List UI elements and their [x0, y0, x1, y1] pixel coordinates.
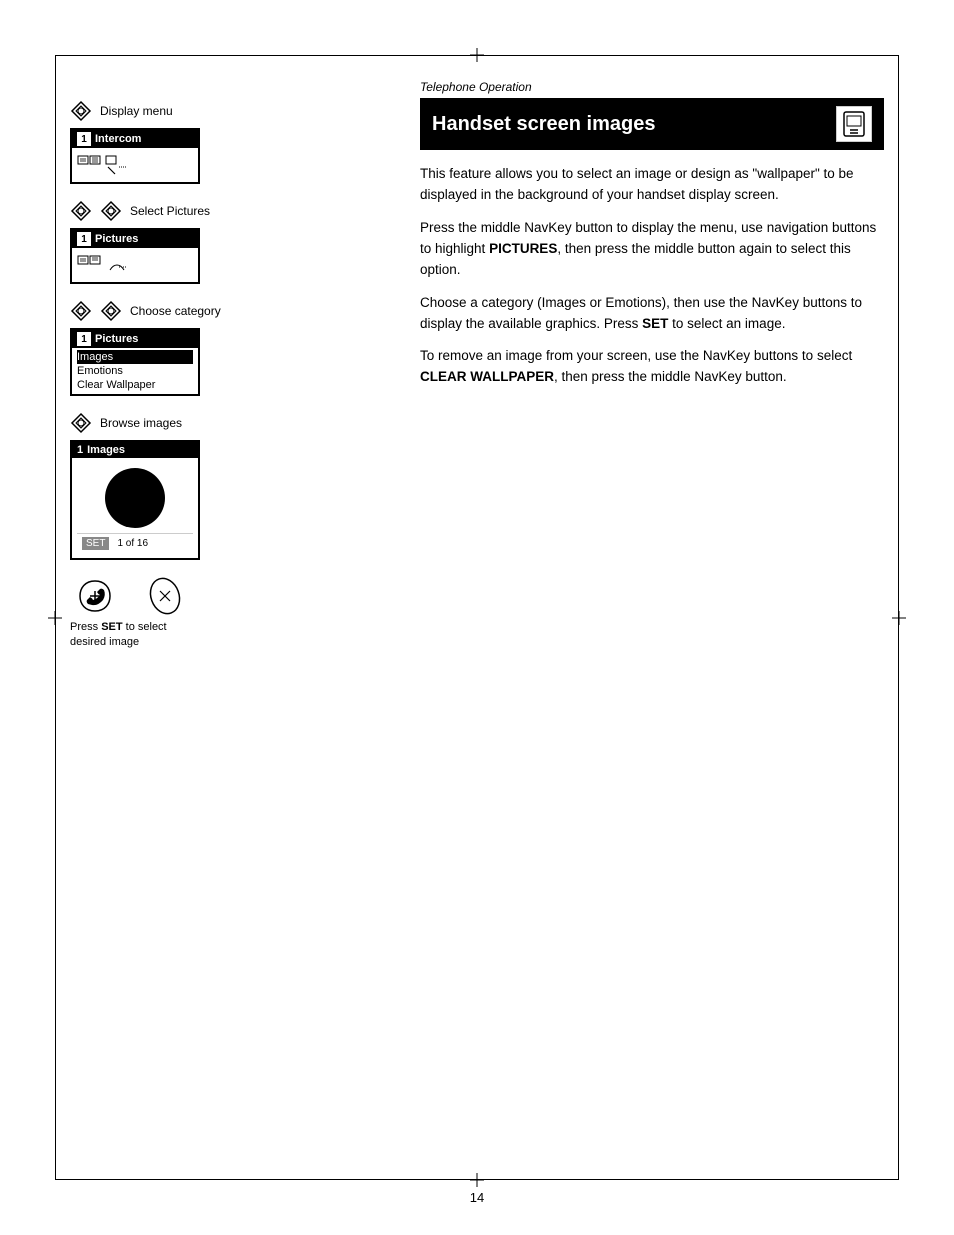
- screen-header-1: 1 Intercom: [72, 130, 198, 148]
- diagram-browse-images: Browse images 1 Images SET 1 of 16: [70, 412, 390, 560]
- icon-addr2: [77, 255, 101, 275]
- icon-addr: [77, 155, 101, 175]
- nav-row-4: Browse images: [70, 412, 390, 434]
- handset-icon: [840, 110, 868, 138]
- navkey-icon-3a: [70, 300, 92, 322]
- left-column: Display menu 1 Intercom: [70, 80, 390, 1165]
- phone-screen-4: 1 Images SET 1 of 16: [70, 440, 200, 560]
- phone-screen-3: 1 Pictures Images Emotions Clear Wallpap…: [70, 328, 200, 396]
- paragraph-3: Choose a category (Images or Emotions), …: [420, 293, 884, 335]
- screen-body-3: Images Emotions Clear Wallpaper: [72, 348, 198, 394]
- back-button-icon: [75, 576, 115, 616]
- nav-label-4: Browse images: [100, 416, 182, 430]
- icon-phone2: [105, 255, 129, 275]
- nav-row-3: Choose category: [70, 300, 390, 322]
- num-badge-4: 1: [77, 444, 83, 456]
- paragraph-2: Press the middle NavKey button to displa…: [420, 218, 884, 281]
- nav-row-1: Display menu: [70, 100, 390, 122]
- menu-item-emotions: Emotions: [77, 364, 193, 378]
- title-icon: [836, 106, 872, 142]
- screen-header-4: 1 Images: [72, 442, 198, 458]
- menu-item-images: Images: [77, 350, 193, 364]
- num-badge-1: 1: [77, 132, 91, 146]
- crosshair-bottom: [470, 1173, 484, 1187]
- paragraph-1: This feature allows you to select an ima…: [420, 164, 884, 206]
- menu-item-clear-wallpaper: Clear Wallpaper: [77, 378, 193, 392]
- screen-header-3: 1 Pictures: [72, 330, 198, 348]
- navkey-icon-4: [70, 412, 92, 434]
- diagram-display-menu: Display menu 1 Intercom: [70, 100, 390, 184]
- image-footer: SET 1 of 16: [77, 533, 193, 553]
- right-column: Telephone Operation Handset screen image…: [390, 80, 884, 1165]
- screen-body-1: [72, 148, 198, 182]
- page-number: 14: [470, 1190, 484, 1205]
- icon-phone: [105, 155, 129, 175]
- nav-label-2: Select Pictures: [130, 204, 210, 218]
- paragraph-4: To remove an image from your screen, use…: [420, 346, 884, 388]
- navkey-icon-3b: [100, 300, 122, 322]
- diagram-select-pictures: Select Pictures 1 Pictures: [70, 200, 390, 284]
- screen-header-2: 1 Pictures: [72, 230, 198, 248]
- content-area: Display menu 1 Intercom: [70, 80, 884, 1165]
- image-preview: [105, 468, 165, 528]
- crosshair-top: [470, 48, 484, 62]
- nav-row-2: Select Pictures: [70, 200, 390, 222]
- section-label: Telephone Operation: [420, 80, 884, 94]
- image-counter: 1 of 16: [117, 538, 148, 549]
- navkey-icon-2b: [100, 200, 122, 222]
- button-row: [75, 576, 390, 616]
- title-bar: Handset screen images: [420, 98, 884, 150]
- phone-screen-2: 1 Pictures: [70, 228, 200, 284]
- num-badge-2: 1: [77, 232, 91, 246]
- crosshair-right: [892, 611, 906, 625]
- nav-label-3: Choose category: [130, 304, 221, 318]
- phone-screen-1: 1 Intercom: [70, 128, 200, 184]
- forward-button-icon: [145, 576, 185, 616]
- caption: Press SET to selectdesired image: [70, 620, 390, 651]
- num-badge-3: 1: [77, 332, 91, 346]
- set-button-label: SET: [82, 537, 109, 550]
- screen-body-2: [72, 248, 198, 282]
- navkey-icon-2a: [70, 200, 92, 222]
- crosshair-left: [48, 611, 62, 625]
- page-title: Handset screen images: [432, 113, 655, 136]
- nav-label-1: Display menu: [100, 104, 173, 118]
- screen-body-4: SET 1 of 16: [72, 458, 198, 558]
- diagram-choose-category: Choose category 1 Pictures Images Emotio…: [70, 300, 390, 396]
- navkey-icon-1: [70, 100, 92, 122]
